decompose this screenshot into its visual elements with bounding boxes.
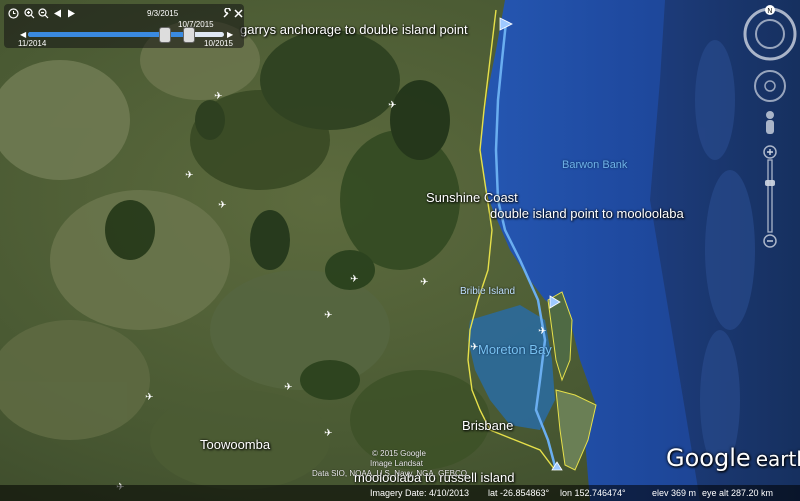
svg-text:✈: ✈ xyxy=(420,277,428,288)
satellite-map[interactable]: ✈ ✈ ✈ ✈ ✈ ✈ ✈ ✈ ✈ ✈ ✈ ✈ ✈ xyxy=(0,0,800,501)
place-label-sunshine-coast[interactable]: Sunshine Coast xyxy=(426,190,518,205)
latitude-readout: lat -26.854863° xyxy=(488,488,550,498)
copyright-google: © 2015 Google xyxy=(372,449,426,458)
current-date: 9/3/2015 xyxy=(147,9,179,18)
svg-text:✈: ✈ xyxy=(218,200,226,211)
water-label-moreton-bay[interactable]: Moreton Bay xyxy=(478,342,552,357)
clock-icon[interactable] xyxy=(8,8,19,19)
eye-altitude-readout: eye alt 287.20 km xyxy=(702,488,774,498)
svg-text:✈: ✈ xyxy=(324,310,332,321)
settings-wrench-icon[interactable] xyxy=(222,8,233,19)
status-bar: Imagery Date: 4/10/2013 lat -26.854863° … xyxy=(0,485,800,501)
svg-text:✈: ✈ xyxy=(388,100,396,111)
svg-text:✈: ✈ xyxy=(350,274,358,285)
time-slider-start-handle[interactable] xyxy=(158,27,171,43)
logo-earth: earth xyxy=(755,447,800,471)
zoom-out-time-icon[interactable] xyxy=(38,8,49,19)
water-label-barwon-bank[interactable]: Barwon Bank xyxy=(562,159,627,171)
longitude-readout: lon 152.746474° xyxy=(560,488,626,498)
time-slider-panel: 9/3/2015 10/7/2015 ◀ ▶ 11/2014 10/2015 xyxy=(4,4,244,48)
start-date: 11/2014 xyxy=(18,39,47,48)
look-joystick[interactable] xyxy=(754,70,786,102)
imagery-date: Imagery Date: 4/10/2013 xyxy=(370,488,470,498)
copyright-data: Data SIO, NOAA, U.S. Navy, NGA, GEBCO xyxy=(312,469,467,478)
end-date: 10/2015 xyxy=(204,39,233,48)
zoom-in-time-icon[interactable] xyxy=(24,8,35,19)
svg-text:✈: ✈ xyxy=(145,392,153,403)
copyright-landsat: Image Landsat xyxy=(370,459,423,468)
elevation-readout: elev 369 m xyxy=(652,488,697,498)
north-icon[interactable]: N xyxy=(767,7,772,15)
svg-text:✈: ✈ xyxy=(284,382,292,393)
zoom-slider[interactable] xyxy=(763,145,777,248)
svg-text:✈: ✈ xyxy=(538,326,546,337)
track-label-double-island-to-mooloolaba[interactable]: double island point to mooloolaba xyxy=(490,206,684,221)
compass-ring[interactable]: N xyxy=(743,5,797,61)
track-label-garrys-to-double-island[interactable]: garrys anchorage to double island point xyxy=(240,22,468,37)
svg-text:✈: ✈ xyxy=(185,170,193,181)
logo-google: Google xyxy=(666,444,751,472)
time-slider-end-handle[interactable] xyxy=(182,27,195,43)
slider-left-arrow-icon[interactable]: ◀ xyxy=(20,30,28,39)
svg-text:✈: ✈ xyxy=(214,91,222,102)
skip-forward-icon[interactable] xyxy=(66,8,77,19)
google-earth-logo: Google earth xyxy=(666,444,800,472)
place-label-brisbane[interactable]: Brisbane xyxy=(462,418,513,433)
place-label-toowoomba[interactable]: Toowoomba xyxy=(200,437,270,452)
close-icon[interactable] xyxy=(233,8,244,19)
street-view-pegman-icon[interactable] xyxy=(766,111,774,134)
skip-back-icon[interactable] xyxy=(52,8,63,19)
navigation-controls: N xyxy=(743,5,797,248)
island-label-bribie[interactable]: Bribie Island xyxy=(460,286,515,297)
svg-text:✈: ✈ xyxy=(324,428,332,439)
zoom-slider-thumb[interactable] xyxy=(765,180,775,186)
slider-right-arrow-icon[interactable]: ▶ xyxy=(227,30,235,39)
